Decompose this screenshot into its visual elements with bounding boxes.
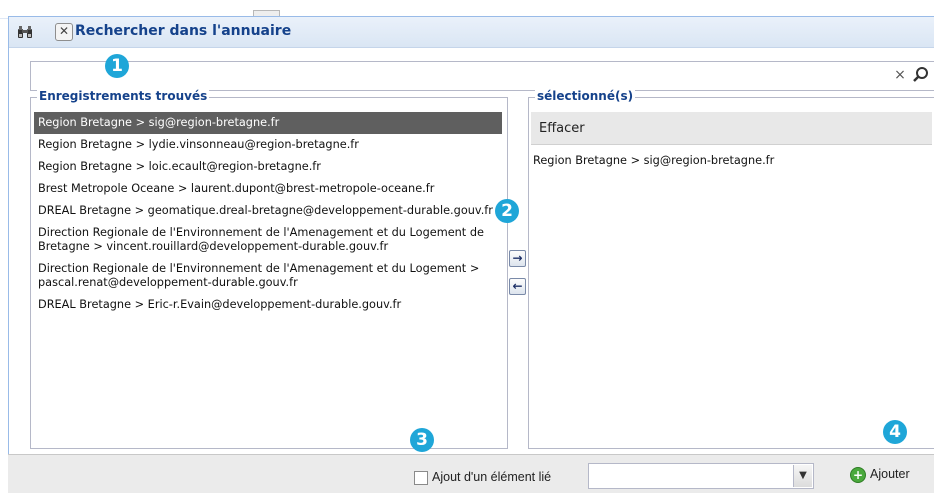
list-item[interactable]: Region Bretagne > lydie.vinsonneau@regio… — [34, 134, 502, 156]
selected-records-legend: sélectionné(s) — [535, 89, 636, 103]
plus-icon: + — [850, 467, 866, 483]
search-input[interactable]: × — [30, 61, 934, 91]
found-records-panel: Enregistrements trouvés Region Bretagne … — [30, 89, 508, 449]
selected-records-list: Region Bretagne > sig@region-bretagne.fr — [533, 154, 774, 167]
add-to-selection-button[interactable]: → — [509, 250, 526, 267]
remove-from-selection-button[interactable]: ← — [509, 278, 526, 295]
step-badge-3: 3 — [410, 428, 434, 452]
binoculars-icon — [18, 26, 32, 38]
list-item[interactable]: Region Bretagne > sig@region-bretagne.fr — [533, 154, 774, 167]
add-button-label: Ajouter — [870, 467, 910, 481]
step-badge-4: 4 — [883, 420, 907, 444]
chevron-down-icon[interactable]: ▼ — [793, 465, 812, 487]
selected-records-panel: sélectionné(s) Effacer Region Bretagne >… — [528, 89, 934, 449]
list-item[interactable]: Region Bretagne > loic.ecault@region-bre… — [34, 156, 502, 178]
magnifier-icon[interactable] — [911, 65, 931, 85]
list-item[interactable]: Region Bretagne > sig@region-bretagne.fr — [34, 112, 502, 134]
window-footer: Ajout d'un élément lié ▼ + Ajouter — [8, 454, 934, 493]
linked-element-label: Ajout d'un élément lié — [432, 470, 552, 484]
found-records-legend: Enregistrements trouvés — [37, 89, 210, 103]
step-badge-1: 1 — [105, 54, 129, 78]
clear-selection-label: Effacer — [539, 121, 585, 136]
clear-search-icon[interactable]: × — [893, 67, 907, 83]
list-item[interactable]: DREAL Bretagne > Eric-r.Evain@developpem… — [34, 294, 502, 316]
close-icon[interactable]: ✕ — [55, 23, 73, 41]
window-title: Rechercher dans l'annuaire — [75, 23, 292, 39]
directory-search-window: ✕ Rechercher dans l'annuaire × Enregistr… — [8, 16, 934, 493]
list-item[interactable]: Direction Regionale de l'Environnement d… — [34, 222, 502, 258]
list-item[interactable]: Direction Regionale de l'Environnement d… — [34, 258, 502, 294]
step-badge-2: 2 — [495, 199, 519, 223]
linked-element-checkbox[interactable] — [414, 471, 428, 485]
linked-element-combo[interactable]: ▼ — [588, 463, 814, 489]
clear-selection-button[interactable]: Effacer — [531, 112, 932, 145]
found-records-list: Region Bretagne > sig@region-bretagne.fr… — [34, 112, 502, 316]
list-item[interactable]: DREAL Bretagne > geomatique.dreal-bretag… — [34, 200, 502, 222]
list-item[interactable]: Brest Metropole Oceane > laurent.dupont@… — [34, 178, 502, 200]
window-titlebar: ✕ Rechercher dans l'annuaire — [9, 17, 934, 48]
